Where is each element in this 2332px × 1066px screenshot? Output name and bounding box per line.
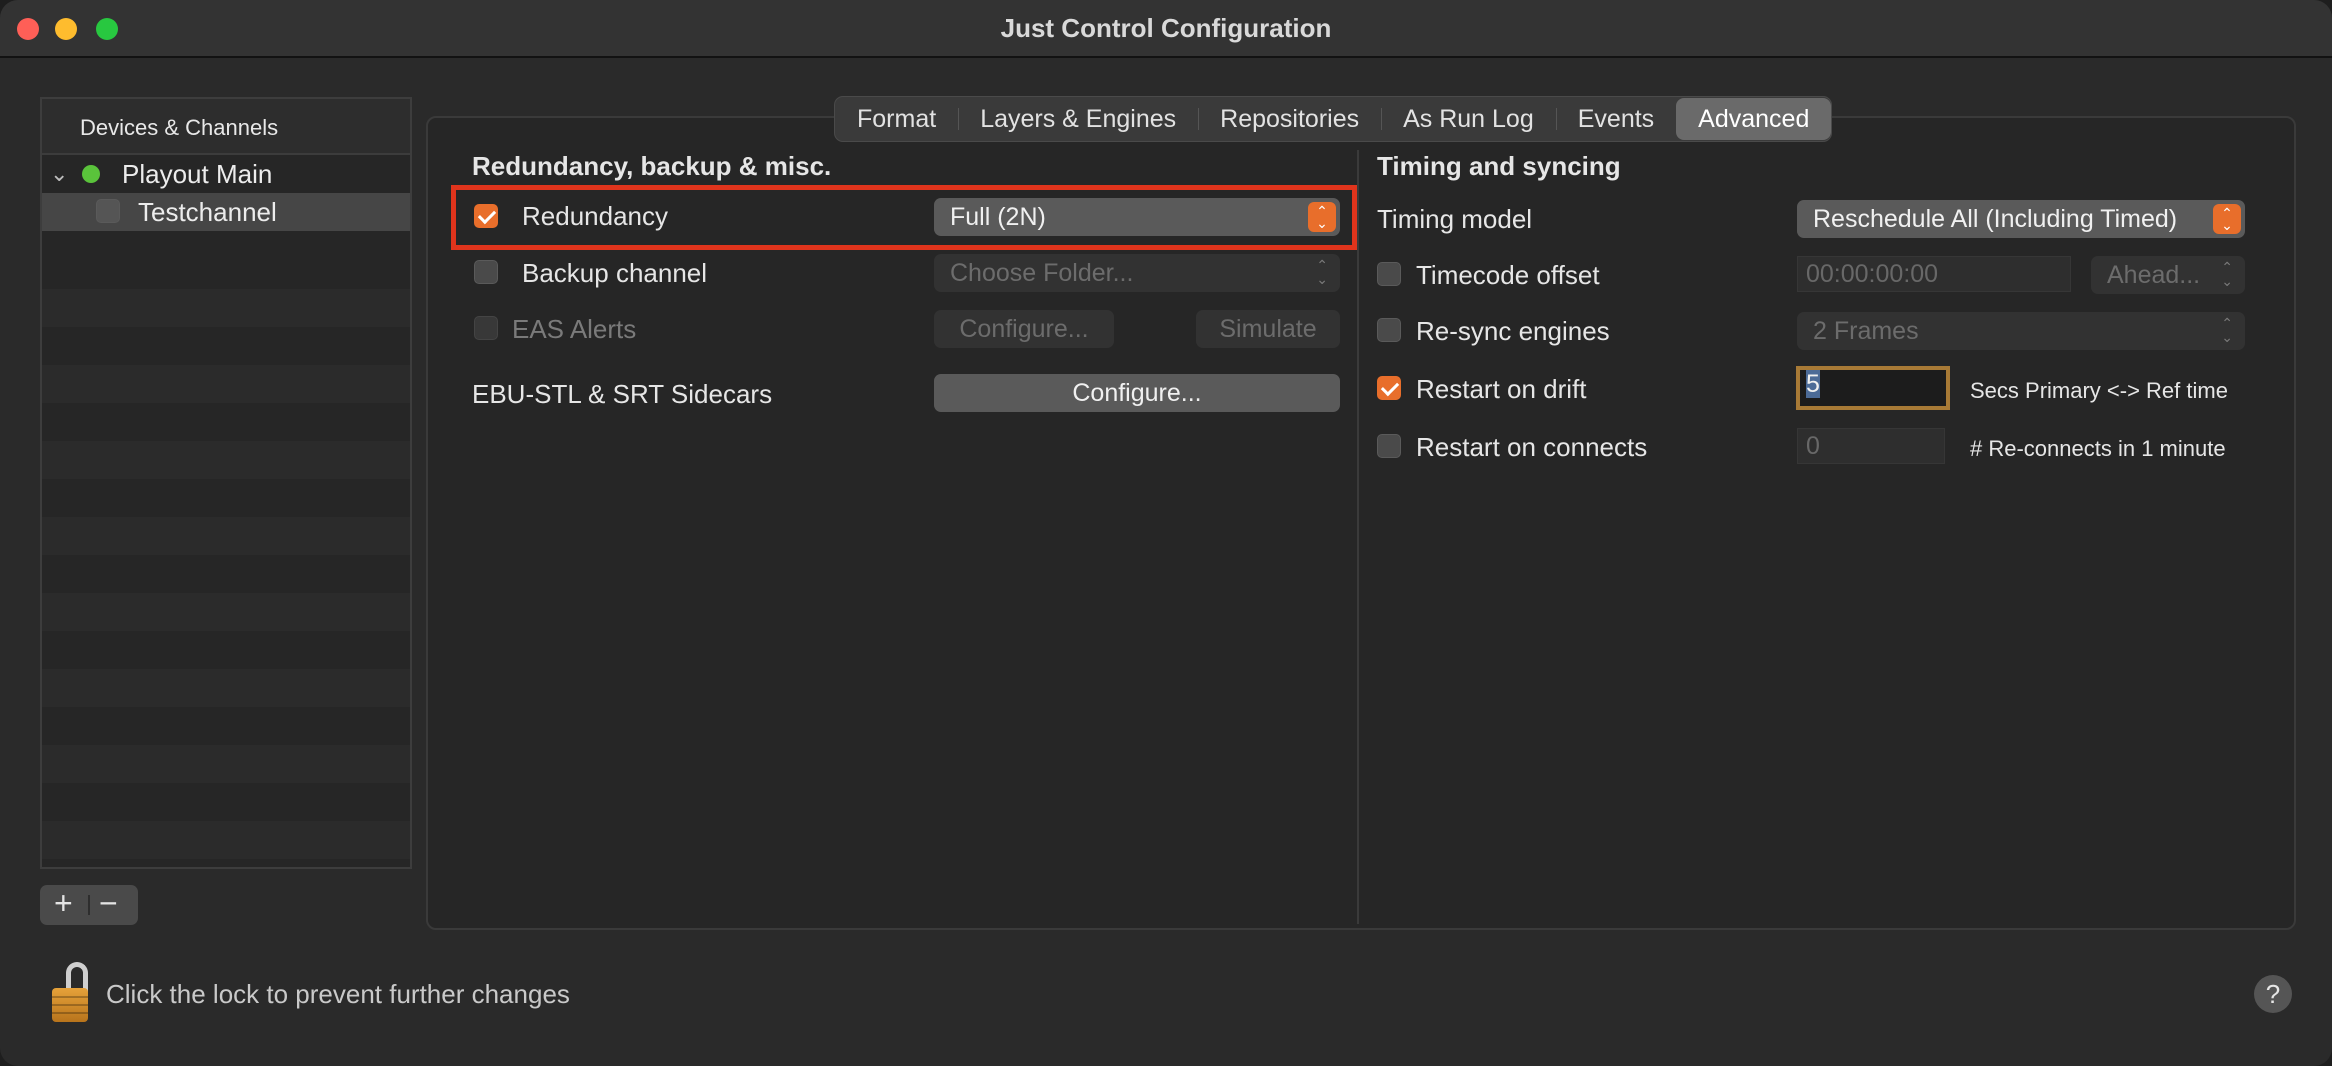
redundancy-section-title: Redundancy, backup & misc. (472, 151, 832, 181)
config-window: Just Control Configuration Devices & Cha… (0, 0, 2332, 1066)
drift-suffix-label: Secs Primary <-> Ref time (1970, 378, 2228, 403)
sidebar-item-playout-main[interactable]: ⌄ Playout Main (42, 155, 410, 193)
drift-seconds-input[interactable]: 5 (1796, 366, 1950, 410)
updown-chevron-icon: ⌃ ⌄ (2221, 315, 2233, 345)
tab-repositories[interactable]: Repositories (1198, 98, 1381, 140)
add-channel-button[interactable]: + (54, 885, 73, 922)
devices-sidebar: Devices & Channels ⌄ Playout Main Testch… (40, 97, 412, 869)
sidebar-item-label: Testchannel (138, 197, 277, 227)
resync-frames-value: 2 Frames (1813, 317, 1919, 345)
tab-events[interactable]: Events (1555, 98, 1676, 140)
resync-engines-label: Re-sync engines (1416, 316, 1610, 346)
timecode-offset-label: Timecode offset (1416, 260, 1600, 290)
restart-on-drift-checkbox[interactable] (1377, 376, 1401, 400)
offset-direction-value: Ahead... (2107, 261, 2201, 289)
reconnects-input[interactable]: 0 (1797, 428, 1945, 464)
restart-on-drift-label: Restart on drift (1416, 374, 1587, 404)
updown-stepper-icon: ⌃ ⌄ (2213, 204, 2241, 234)
titlebar: Just Control Configuration (0, 0, 2332, 58)
tab-advanced[interactable]: Advanced (1676, 98, 1832, 140)
reconnects-suffix-label: # Re-connects in 1 minute (1970, 436, 2226, 461)
help-button[interactable]: ? (2254, 975, 2292, 1013)
eas-alerts-checkbox[interactable] (474, 316, 498, 340)
sidecars-configure-button[interactable]: Configure... (934, 374, 1340, 412)
updown-stepper-icon: ⌃ ⌄ (1308, 202, 1336, 232)
sidebar-header-label: Devices & Channels (80, 115, 279, 140)
tab-layers-engines[interactable]: Layers & Engines (958, 98, 1198, 140)
chevron-down-icon[interactable]: ⌄ (50, 161, 68, 187)
divider (88, 895, 90, 915)
eas-configure-button[interactable]: Configure... (934, 310, 1114, 348)
resync-engines-checkbox[interactable] (1377, 318, 1401, 342)
sidebar-item-label: Playout Main (122, 159, 273, 189)
sidebar-header[interactable]: Devices & Channels (42, 99, 410, 155)
sidecars-label: EBU-STL & SRT Sidecars (472, 379, 773, 409)
redundancy-select[interactable]: Full (2N) ⌃ ⌄ (934, 198, 1340, 236)
updown-chevron-icon: ⌃ ⌄ (1316, 257, 1328, 287)
backup-folder-value: Choose Folder... (950, 259, 1134, 287)
eas-simulate-button[interactable]: Simulate (1196, 310, 1340, 348)
resync-frames-select[interactable]: 2 Frames ⌃ ⌄ (1797, 312, 2245, 350)
drift-seconds-value: 5 (1806, 370, 1820, 398)
remove-channel-button[interactable]: − (99, 885, 118, 922)
section-divider (1357, 150, 1359, 924)
updown-chevron-icon: ⌃ ⌄ (2221, 259, 2233, 289)
redundancy-checkbox[interactable] (474, 204, 498, 228)
window-title: Just Control Configuration (1000, 13, 1332, 43)
timing-model-select[interactable]: Reschedule All (Including Timed) ⌃ ⌄ (1797, 200, 2245, 238)
timing-model-label: Timing model (1377, 204, 1533, 234)
add-remove-control: + − (40, 885, 138, 925)
lock-status-text: Click the lock to prevent further change… (106, 979, 570, 1009)
timecode-offset-input[interactable]: 00:00:00:00 (1797, 256, 2071, 292)
timecode-offset-checkbox[interactable] (1377, 262, 1401, 286)
lock-icon[interactable] (48, 962, 96, 1026)
status-dot-icon (82, 165, 100, 183)
backup-folder-select[interactable]: Choose Folder... ⌃ ⌄ (934, 254, 1340, 292)
testchannel-checkbox[interactable] (96, 199, 120, 223)
backup-channel-label: Backup channel (522, 258, 708, 288)
restart-on-connects-label: Restart on connects (1416, 432, 1648, 462)
restart-on-connects-checkbox[interactable] (1377, 434, 1401, 458)
sidebar-item-testchannel[interactable]: Testchannel (42, 193, 410, 231)
backup-channel-checkbox[interactable] (474, 260, 498, 284)
timing-model-value: Reschedule All (Including Timed) (1813, 205, 2178, 233)
redundancy-select-value: Full (2N) (950, 203, 1046, 231)
tab-as-run-log[interactable]: As Run Log (1381, 98, 1556, 140)
offset-direction-select[interactable]: Ahead... ⌃ ⌄ (2091, 256, 2245, 294)
redundancy-label: Redundancy (522, 201, 668, 231)
timing-section-title: Timing and syncing (1377, 151, 1621, 181)
tab-format[interactable]: Format (835, 98, 958, 140)
tab-bar: Format Layers & Engines Repositories As … (834, 96, 1833, 142)
eas-alerts-label: EAS Alerts (512, 314, 637, 344)
